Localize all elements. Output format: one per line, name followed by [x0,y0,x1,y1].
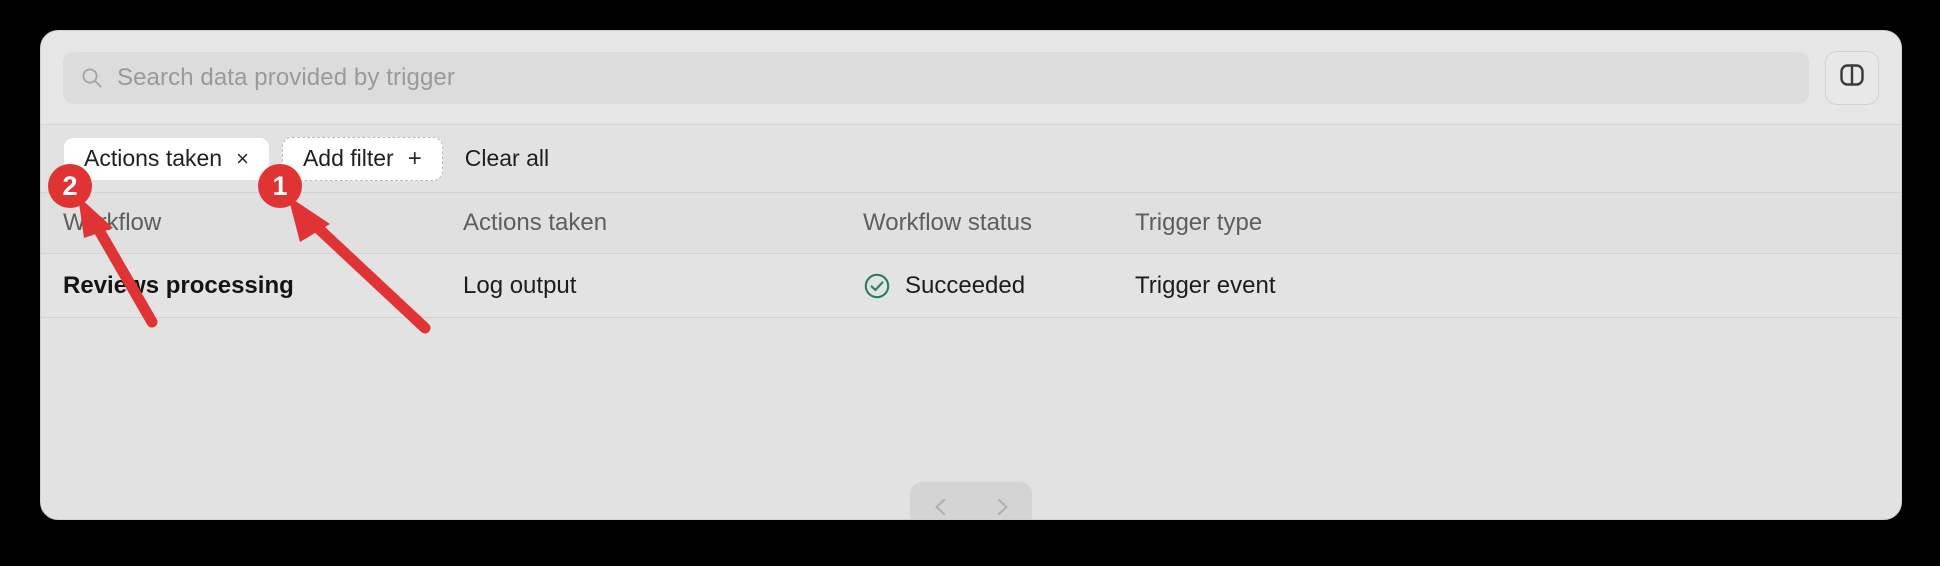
table-header-row: Workflow Actions taken Workflow status T… [41,192,1901,254]
add-filter-label: Add filter [302,145,394,171]
plus-icon: + [407,144,422,172]
filter-chip-actions-taken[interactable]: Actions taken × [63,136,270,181]
cell-workflow: Reviews processing [63,271,294,299]
search-placeholder-text: Search data provided by trigger [117,63,455,91]
search-toolbar: Search data provided by trigger [41,31,1901,124]
columns-panel-icon [1837,60,1867,95]
search-icon [81,67,103,89]
screenshot-root: Search data provided by trigger Actions … [0,0,1940,566]
status-badge: Succeeded [905,271,1026,299]
filter-bar: Actions taken × Add filter + Clear all [41,124,1901,192]
search-input[interactable]: Search data provided by trigger [63,51,1809,104]
column-header-workflow[interactable]: Workflow [63,209,463,237]
column-header-workflow-status[interactable]: Workflow status [863,209,1135,237]
pagination-container [41,482,1901,520]
clear-all-button[interactable]: Clear all [465,145,549,172]
chevron-right-icon [990,495,1014,519]
close-icon[interactable]: × [236,147,249,170]
pagination-next-button[interactable] [980,488,1024,520]
panel-toggle-button[interactable] [1825,50,1879,105]
column-header-actions-taken[interactable]: Actions taken [463,209,863,237]
chevron-left-icon [929,495,953,519]
table-row[interactable]: Reviews processing Log output Succeeded … [41,254,1901,318]
check-circle-icon [863,272,891,300]
add-filter-button[interactable]: Add filter + [281,136,443,181]
column-header-trigger-type[interactable]: Trigger type [1135,209,1879,237]
cell-actions-taken: Log output [463,271,577,299]
pagination-prev-button[interactable] [919,488,963,520]
pagination [910,482,1032,520]
filter-chip-label: Actions taken [84,145,223,171]
cell-workflow-status: Succeeded [863,272,1135,300]
workflow-runs-table: Workflow Actions taken Workflow status T… [41,192,1901,519]
workflow-runs-card: Search data provided by trigger Actions … [40,30,1902,520]
cell-trigger-type: Trigger event [1135,271,1276,299]
